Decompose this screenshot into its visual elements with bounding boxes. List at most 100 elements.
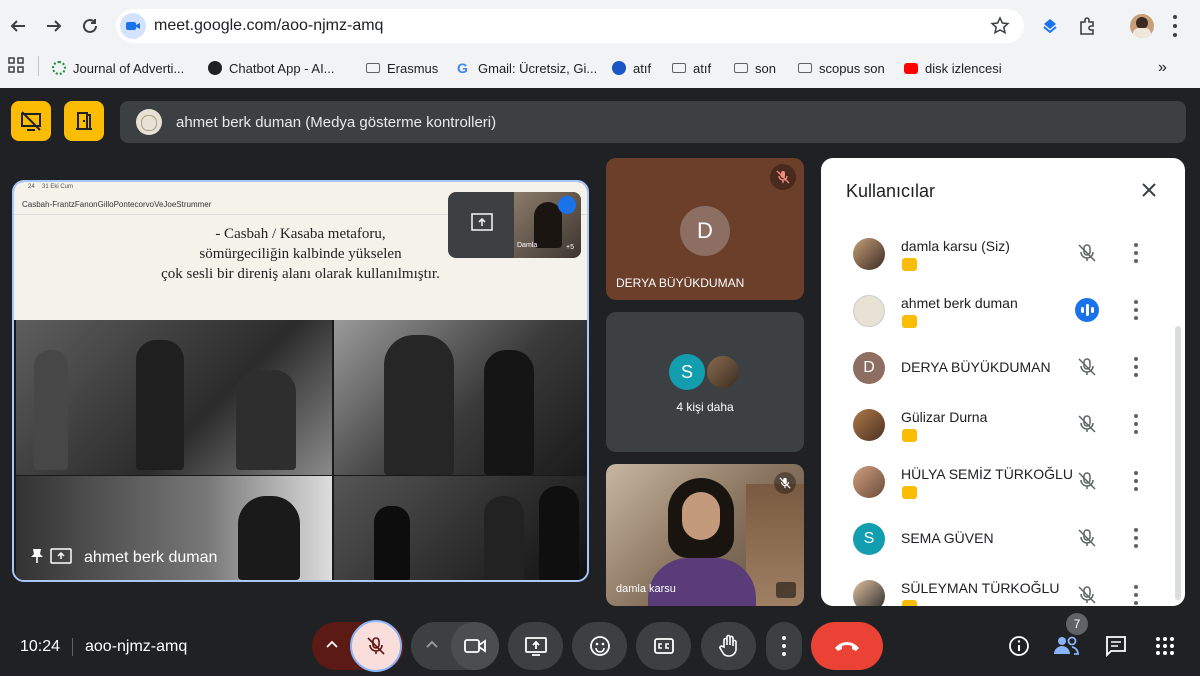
bookmark-gmail[interactable]: G Gmail: Ücretsiz, Gi... — [457, 56, 597, 80]
present-off-icon — [21, 111, 41, 131]
reactions-button[interactable] — [572, 622, 627, 670]
more-options-button[interactable] — [766, 622, 802, 670]
mic-off-icon[interactable] — [1076, 527, 1098, 549]
participant-avatar — [853, 409, 885, 441]
mic-toggle-button[interactable] — [350, 620, 402, 672]
activities-button[interactable] — [1155, 636, 1175, 661]
extensions-puzzle-icon[interactable] — [1078, 16, 1098, 41]
participant-row[interactable]: SÜLEYMAN TÜRKOĞLU — [821, 568, 1161, 606]
close-icon — [1142, 183, 1156, 197]
participant-row[interactable]: damla karsu (Siz) — [821, 226, 1161, 283]
profile-avatar[interactable] — [1130, 14, 1154, 38]
forward-button[interactable] — [40, 12, 68, 40]
layout-button[interactable] — [64, 101, 104, 141]
hand-icon — [718, 634, 737, 657]
panel-scrollbar[interactable] — [1175, 326, 1181, 600]
bookmark-chatbot[interactable]: Chatbot App - AI... — [208, 56, 335, 80]
folder-icon — [366, 63, 380, 73]
presenting-badge-icon — [902, 486, 917, 499]
tile-name: DERYA BÜYÜKDUMAN — [616, 276, 745, 290]
bookmark-divider — [38, 56, 39, 76]
mic-off-icon[interactable] — [1076, 584, 1098, 606]
chat-icon — [1106, 636, 1126, 658]
extension-icon[interactable] — [1040, 16, 1060, 41]
raise-hand-button[interactable] — [701, 622, 756, 670]
mic-off-icon[interactable] — [1076, 356, 1098, 378]
clock: 10:24 — [20, 638, 61, 655]
bookmarks-overflow-button[interactable]: » — [1158, 56, 1167, 80]
pin-icon[interactable] — [30, 548, 44, 569]
folder-icon — [672, 63, 686, 73]
reload-button[interactable] — [76, 12, 104, 40]
participant-avatar — [853, 580, 885, 606]
captions-button[interactable] — [636, 622, 691, 670]
participant-row[interactable]: S SEMA GÜVEN — [821, 511, 1161, 568]
bookmark-scopus[interactable]: scopus son — [798, 56, 885, 80]
bookmark-son[interactable]: son — [734, 56, 776, 80]
bookmark-journal[interactable]: Journal of Adverti... — [52, 56, 184, 80]
info-icon — [1009, 636, 1029, 656]
more-options-icon[interactable] — [1133, 471, 1139, 491]
more-options-icon[interactable] — [1133, 300, 1139, 320]
participant-row[interactable]: Gülizar Durna — [821, 397, 1161, 454]
mic-off-icon[interactable] — [1076, 413, 1098, 435]
slide-photo-1 — [16, 320, 332, 475]
meeting-info-button[interactable] — [1007, 634, 1031, 663]
bookmark-star-icon[interactable] — [990, 16, 1010, 41]
mic-off-icon[interactable] — [1076, 242, 1098, 264]
presenting-screen-icon — [50, 548, 72, 569]
participant-avatar — [853, 295, 885, 327]
more-options-icon[interactable] — [1133, 414, 1139, 434]
close-panel-button[interactable] — [1139, 180, 1159, 205]
participant-tile-self[interactable]: damla karsu — [606, 464, 804, 606]
people-button[interactable] — [1052, 634, 1080, 661]
browser-menu-icon[interactable] — [1172, 15, 1178, 37]
apps-grid-icon[interactable] — [8, 57, 24, 78]
camera-toggle-button[interactable] — [451, 622, 499, 670]
emoji-icon — [589, 636, 610, 656]
people-icon — [1054, 636, 1079, 655]
self-view-toggle-icon[interactable] — [776, 582, 796, 598]
stop-presenting-button[interactable] — [11, 101, 51, 141]
address-bar[interactable]: meet.google.com/aoo-njmz-amq — [116, 9, 1024, 43]
more-options-icon[interactable] — [1133, 357, 1139, 377]
presenter-bar[interactable]: ahmet berk duman (Medya gösterme kontrol… — [120, 101, 1186, 143]
leave-call-button[interactable] — [811, 622, 883, 670]
more-options-icon[interactable] — [1133, 585, 1139, 605]
presenting-badge-icon — [902, 258, 917, 271]
main-tile-name: ahmet berk duman — [84, 549, 218, 566]
tile-avatar: D — [680, 206, 730, 256]
chat-button[interactable] — [1104, 634, 1128, 663]
bookmark-atif-2[interactable]: atıf — [672, 56, 711, 80]
participant-row[interactable]: ahmet berk duman — [821, 283, 1161, 340]
participant-row[interactable]: D DERYA BÜYÜKDUMAN — [821, 340, 1161, 397]
participant-tile-derya[interactable]: D DERYA BÜYÜKDUMAN — [606, 158, 804, 300]
more-options-icon[interactable] — [1133, 528, 1139, 548]
back-button[interactable] — [4, 12, 32, 40]
arrow-right-icon — [47, 20, 62, 32]
main-presentation-tile[interactable]: 24 31 Eki Cum Casbah-FrantzFanonGilloPon… — [12, 180, 589, 582]
participant-row[interactable]: HÜLYA SEMİZ TÜRKOĞLU — [821, 454, 1161, 511]
participant-tile-more[interactable]: S 4 kişi daha — [606, 312, 804, 452]
shared-screen-pip: Damla +5 — [448, 192, 581, 258]
apps-grid-icon — [1156, 637, 1174, 655]
tile-avatar-photo — [705, 354, 741, 390]
door-icon — [76, 112, 92, 130]
mic-off-icon — [774, 472, 796, 494]
bookmark-erasmus[interactable]: Erasmus — [366, 56, 438, 80]
bookmark-disk[interactable]: disk izlencesi — [904, 56, 1002, 80]
url-text: meet.google.com/aoo-njmz-amq — [154, 17, 384, 34]
participant-count-badge: 7 — [1066, 613, 1088, 635]
bookmark-atif-1[interactable]: atıf — [612, 56, 651, 80]
mic-off-icon[interactable] — [1076, 470, 1098, 492]
more-options-icon[interactable] — [1133, 243, 1139, 263]
tile-avatar-s: S — [669, 354, 705, 390]
mic-options-button[interactable] — [324, 636, 340, 657]
meeting-code: aoo-njmz-amq — [85, 638, 188, 655]
site-info-icon[interactable] — [120, 13, 146, 39]
presenting-badge-icon — [902, 429, 917, 442]
self-face — [682, 492, 720, 540]
present-screen-button[interactable] — [508, 622, 563, 670]
participant-avatar — [853, 238, 885, 270]
camera-options-button[interactable] — [424, 636, 440, 657]
